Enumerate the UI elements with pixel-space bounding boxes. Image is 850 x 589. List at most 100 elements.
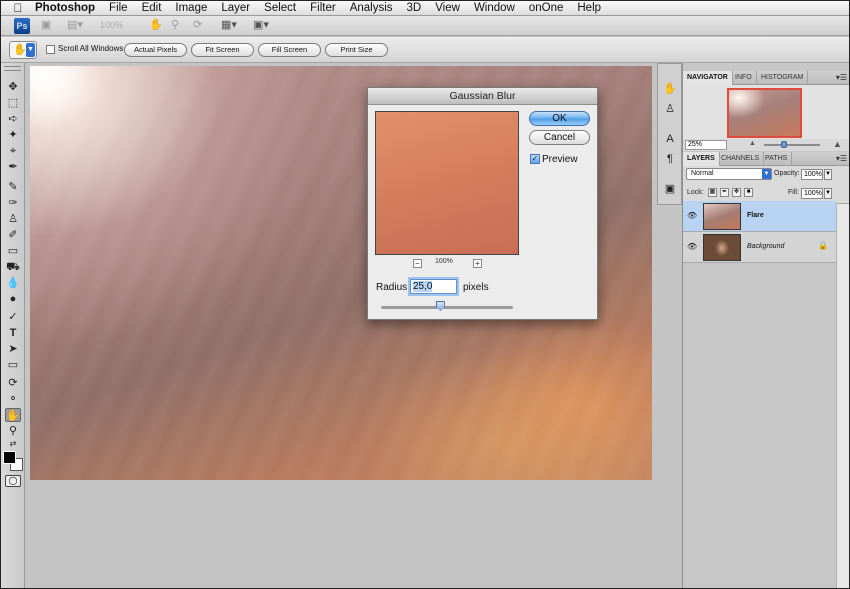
dialog-title[interactable]: Gaussian Blur	[368, 88, 597, 105]
lock-all-icon[interactable]: ■	[744, 188, 753, 197]
radius-slider-thumb[interactable]	[435, 301, 445, 311]
menu-onone[interactable]: onOne	[529, 2, 564, 14]
crop-tool-icon[interactable]: ⌖	[5, 144, 21, 158]
pen-tool-icon[interactable]: ✓	[5, 310, 21, 324]
dodge-tool-icon[interactable]: ●	[5, 292, 21, 306]
3d-rotate-tool-icon[interactable]: ⟳	[5, 376, 21, 390]
zoom-out-mountain-icon[interactable]: ▲	[749, 140, 756, 147]
panel-grip[interactable]	[4, 66, 21, 71]
actual-pixels-button[interactable]: Actual Pixels	[124, 43, 187, 57]
blur-preview-area[interactable]	[375, 111, 519, 255]
print-size-button[interactable]: Print Size	[325, 43, 388, 57]
preview-checkbox[interactable]: ✓	[530, 154, 540, 164]
zoom-out-button[interactable]: −	[413, 259, 422, 268]
brush-tool-icon[interactable]: ✑	[5, 196, 21, 210]
lock-position-icon[interactable]: ✥	[732, 188, 741, 197]
ok-button[interactable]: OK	[529, 111, 590, 126]
lock-image-icon[interactable]: ✒	[720, 188, 729, 197]
tool-presets-icon[interactable]: ✋	[663, 82, 677, 96]
marquee-tool-icon[interactable]: ⬚	[5, 96, 21, 110]
hand-tool-icon[interactable]: ✋	[149, 19, 163, 32]
magic-wand-tool-icon[interactable]: ✦	[5, 128, 21, 142]
shape-tool-icon[interactable]: ▭	[5, 358, 21, 372]
zoom-tool-icon[interactable]: ⚲	[5, 424, 21, 438]
fill-dropdown-icon[interactable]: ▼	[824, 188, 832, 199]
layer-name[interactable]: Flare	[747, 212, 764, 219]
navigator-zoom-field[interactable]: 25%	[685, 140, 727, 150]
fill-screen-button[interactable]: Fill Screen	[258, 43, 321, 57]
3d-orbit-tool-icon[interactable]: ⚬	[5, 392, 21, 406]
tab-navigator[interactable]: NAVIGATOR	[683, 71, 733, 85]
menu-edit[interactable]: Edit	[142, 2, 162, 14]
scroll-all-windows-checkbox[interactable]	[46, 45, 55, 54]
tool-preset-picker[interactable]: ✋ ▼	[9, 41, 37, 59]
eraser-tool-icon[interactable]: ▭	[5, 244, 21, 258]
menu-3d[interactable]: 3D	[407, 2, 422, 14]
history-brush-tool-icon[interactable]: ✐	[5, 228, 21, 242]
foreground-color-swatch[interactable]	[3, 451, 16, 464]
menu-analysis[interactable]: Analysis	[350, 2, 393, 14]
tab-paths[interactable]: PATHS	[761, 152, 793, 166]
hand-tool-icon[interactable]: ✋	[5, 408, 21, 422]
menu-app-name[interactable]: Photoshop	[35, 2, 95, 14]
paint-bucket-tool-icon[interactable]: ⛟	[5, 260, 21, 274]
blur-tool-icon[interactable]: 💧	[5, 276, 21, 290]
radius-slider-track[interactable]	[381, 306, 513, 309]
menu-help[interactable]: Help	[577, 2, 601, 14]
move-tool-icon[interactable]: ✥	[5, 80, 21, 94]
apple-icon[interactable]: 	[1, 1, 35, 15]
bridge-icon[interactable]: ▣	[41, 19, 51, 32]
view-extras-icon[interactable]: ▤▾	[67, 19, 83, 32]
swap-colors-icon[interactable]: ⇄	[5, 437, 21, 451]
menu-image[interactable]: Image	[175, 2, 207, 14]
radius-input[interactable]: 25,0	[410, 279, 457, 294]
paragraph-icon[interactable]: ¶	[663, 152, 677, 166]
menu-select[interactable]: Select	[264, 2, 296, 14]
screen-mode-icon[interactable]: ▣▾	[253, 19, 269, 32]
layer-row[interactable]: 👁 Background 🔒	[683, 232, 836, 263]
layer-row[interactable]: 👁 Flare	[683, 201, 836, 232]
path-selection-tool-icon[interactable]: ➤	[5, 342, 21, 356]
zoom-level[interactable]: 100%	[100, 20, 123, 30]
3d-panel-icon[interactable]: ▣	[663, 182, 677, 196]
fill-field[interactable]: 100%	[801, 188, 823, 199]
fill-label: Fill:	[788, 189, 799, 196]
blend-mode-select[interactable]: Normal ▼	[686, 168, 772, 180]
cancel-button[interactable]: Cancel	[529, 130, 590, 145]
menu-layer[interactable]: Layer	[221, 2, 250, 14]
zoom-tool-icon[interactable]: ⚲	[171, 19, 179, 32]
tab-layers[interactable]: LAYERS	[683, 152, 720, 166]
lock-transparent-icon[interactable]: ▦	[708, 188, 717, 197]
menu-file[interactable]: File	[109, 2, 128, 14]
layers-panel-menu-icon[interactable]: ▾☰	[836, 154, 847, 163]
character-icon[interactable]: A	[663, 132, 677, 146]
opacity-dropdown-icon[interactable]: ▼	[824, 169, 832, 180]
rotate-view-icon[interactable]: ⟳	[193, 19, 202, 32]
arrange-documents-icon[interactable]: ▦▾	[221, 19, 237, 32]
layers-scrollbar[interactable]	[836, 204, 849, 588]
zoom-in-button[interactable]: +	[473, 259, 482, 268]
tab-info[interactable]: INFO	[731, 71, 757, 85]
navigator-thumbnail[interactable]	[727, 88, 802, 138]
clone-stamp-tool-icon[interactable]: ♙	[5, 212, 21, 226]
zoom-in-mountain-icon[interactable]: ▲	[833, 139, 842, 149]
navigator-zoom-slider[interactable]	[764, 144, 820, 146]
lasso-tool-icon[interactable]: ➪	[5, 112, 21, 126]
menu-view[interactable]: View	[435, 2, 460, 14]
quick-mask-icon[interactable]: ◯	[5, 475, 21, 487]
menu-window[interactable]: Window	[474, 2, 515, 14]
menu-filter[interactable]: Filter	[310, 2, 336, 14]
opacity-field[interactable]: 100%	[801, 169, 823, 180]
eye-icon[interactable]: 👁	[687, 211, 697, 220]
tab-histogram[interactable]: HISTOGRAM	[757, 71, 809, 85]
tab-channels[interactable]: CHANNELS	[717, 152, 765, 166]
clone-source-icon[interactable]: ♙	[663, 102, 677, 116]
layer-name[interactable]: Background	[747, 243, 784, 250]
panel-menu-icon[interactable]: ▾☰	[836, 73, 847, 82]
navigator-slider-thumb[interactable]	[781, 141, 787, 148]
eye-icon[interactable]: 👁	[687, 242, 697, 251]
eyedropper-tool-icon[interactable]: ✒	[5, 160, 21, 174]
type-tool-icon[interactable]: T	[5, 326, 21, 340]
fit-screen-button[interactable]: Fit Screen	[191, 43, 254, 57]
healing-brush-tool-icon[interactable]: ✎	[5, 180, 21, 194]
